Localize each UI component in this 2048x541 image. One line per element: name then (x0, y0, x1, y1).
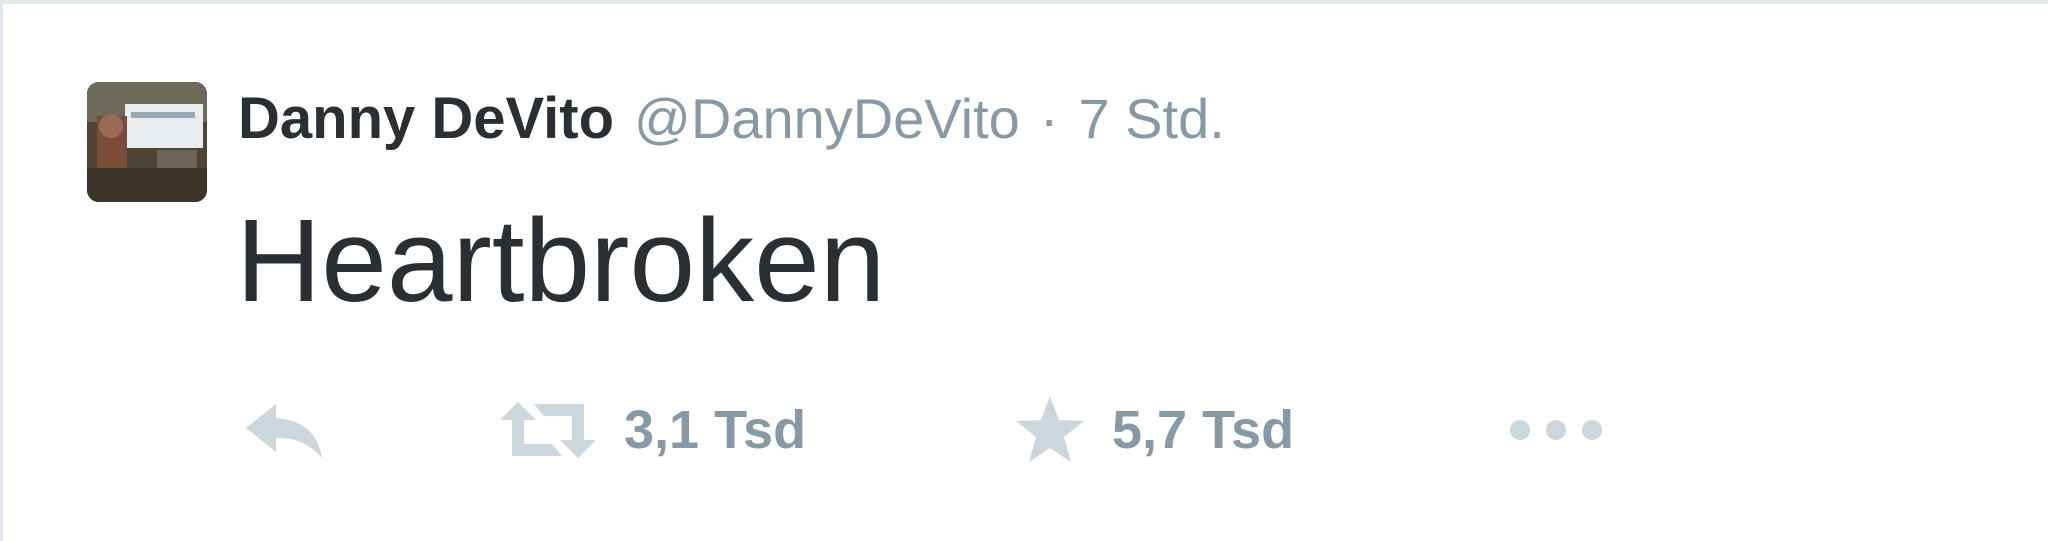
tweet-text: Heartbroken (236, 195, 886, 327)
more-button[interactable] (1508, 390, 1604, 470)
reply-button[interactable] (242, 390, 326, 470)
avatar-image (87, 82, 207, 202)
header-separator: · (1039, 87, 1059, 150)
tweet: Danny DeVito @DannyDeVito · 7 Std. Heartbro… (0, 0, 2048, 541)
favorite-button[interactable]: 5,7 Tsd (1014, 390, 1294, 470)
star-icon (1016, 396, 1084, 462)
favorite-count: 5,7 Tsd (1112, 400, 1295, 460)
avatar[interactable] (87, 82, 207, 202)
tweet-actions: 3,1 Tsd 5,7 Tsd (0, 390, 2048, 470)
more-dots-icon (1510, 420, 1602, 440)
tweet-header: Danny DeVito @DannyDeVito · 7 Std. (238, 84, 1225, 154)
timestamp[interactable]: 7 Std. (1078, 87, 1224, 150)
retweet-count: 3,1 Tsd (624, 400, 807, 460)
retweet-icon (500, 402, 596, 458)
author-handle[interactable]: @DannyDeVito (634, 87, 1020, 150)
reply-icon (246, 404, 322, 458)
retweet-button[interactable]: 3,1 Tsd (498, 390, 806, 470)
author-name[interactable]: Danny DeVito (238, 86, 614, 151)
